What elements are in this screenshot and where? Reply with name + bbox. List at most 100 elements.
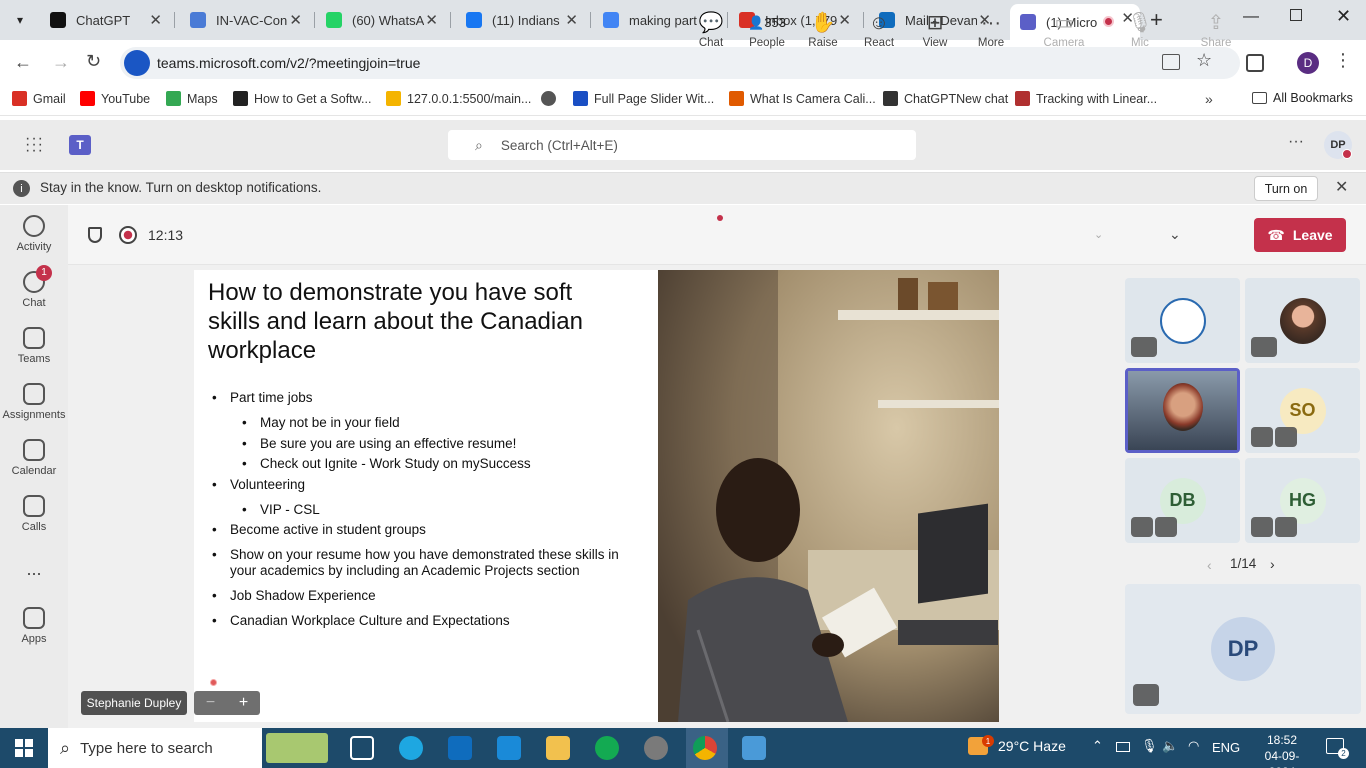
extensions-icon[interactable] bbox=[1246, 54, 1264, 72]
bullet-text: VIP - CSL bbox=[260, 501, 320, 517]
bookmark-item[interactable] bbox=[541, 91, 562, 106]
bookmark-item[interactable]: 127.0.0.1:5500/main... bbox=[386, 91, 531, 106]
tab-search-chevron-icon[interactable]: ▾ bbox=[8, 9, 32, 31]
prev-page-icon[interactable]: ‹ bbox=[1207, 557, 1212, 573]
tab-recording-icon bbox=[1103, 16, 1114, 27]
tab-close-icon[interactable]: ✕ bbox=[565, 11, 578, 29]
show-hidden-icons[interactable]: ⌃ bbox=[1092, 738, 1103, 754]
bullet-text: Show on your resume how you have demonst… bbox=[230, 547, 619, 578]
people-button-label: People bbox=[749, 37, 785, 49]
slide-title: How to demonstrate you have soft skills … bbox=[208, 279, 583, 364]
leave-button[interactable]: ☎ Leave bbox=[1254, 218, 1346, 252]
bookmark-item[interactable]: Gmail bbox=[12, 91, 66, 106]
settings-more-icon[interactable]: ··· bbox=[1288, 133, 1304, 151]
restore-icon[interactable] bbox=[1290, 9, 1302, 21]
forward-icon[interactable]: → bbox=[52, 52, 70, 73]
tab-close-icon[interactable]: ✕ bbox=[289, 11, 302, 29]
rail-item-teams[interactable]: Teams bbox=[0, 327, 68, 365]
bookmark-item[interactable]: Tracking with Linear... bbox=[1015, 91, 1157, 106]
tab-close-icon[interactable]: ✕ bbox=[149, 11, 162, 29]
tab-close-icon[interactable]: ✕ bbox=[425, 11, 438, 29]
rail-item-apps[interactable]: Apps bbox=[0, 607, 68, 645]
bookmark-item[interactable]: How to Get a Softw... bbox=[233, 91, 371, 106]
mic-button[interactable]: 🎙 Mic bbox=[1115, 12, 1165, 49]
microphone-tray-icon[interactable]: 🎙 bbox=[1141, 738, 1158, 754]
clock[interactable]: 18:52 04-09-2024 bbox=[1252, 732, 1312, 768]
browser-tab[interactable]: ChatGPT ✕ bbox=[40, 6, 168, 34]
wifi-icon[interactable]: ◠ bbox=[1188, 738, 1199, 754]
people-button[interactable]: 👤353 People bbox=[742, 12, 792, 49]
rail-item-chat[interactable]: Chat 1 bbox=[0, 265, 68, 309]
participant-tile[interactable] bbox=[1125, 278, 1240, 363]
profile-avatar[interactable]: D bbox=[1297, 52, 1319, 74]
next-page-icon[interactable]: › bbox=[1270, 556, 1275, 572]
store-icon[interactable] bbox=[448, 736, 472, 760]
tab-title: IN-VAC-Con bbox=[216, 12, 288, 28]
battery-icon[interactable] bbox=[1116, 742, 1130, 752]
snipping-tool-icon[interactable] bbox=[644, 736, 668, 760]
bookmark-item[interactable]: What Is Camera Cali... bbox=[729, 91, 876, 106]
view-button[interactable]: ⊞ View bbox=[910, 12, 960, 49]
participant-tile[interactable]: DB bbox=[1125, 458, 1240, 543]
mic-options-chevron-icon[interactable]: ⌄ bbox=[1169, 226, 1181, 243]
raise-hand-button[interactable]: ✋ Raise bbox=[798, 12, 848, 49]
file-explorer-icon[interactable] bbox=[546, 736, 570, 760]
volume-icon[interactable]: 🔈 bbox=[1162, 738, 1178, 754]
bookmark-item[interactable]: YouTube bbox=[80, 91, 150, 106]
edge-icon[interactable] bbox=[399, 736, 423, 760]
participant-tile[interactable] bbox=[1125, 368, 1240, 453]
zoom-in-icon[interactable]: + bbox=[227, 694, 260, 712]
browser-tab[interactable]: (60) WhatsAp ✕ bbox=[316, 6, 444, 34]
all-bookmarks[interactable]: All Bookmarks bbox=[1252, 91, 1353, 105]
participant-tile[interactable]: HG bbox=[1245, 458, 1360, 543]
language-indicator[interactable]: ENG bbox=[1212, 740, 1240, 755]
url-text[interactable]: teams.microsoft.com/v2/?meetingjoin=true bbox=[157, 55, 420, 71]
notepad-icon[interactable] bbox=[742, 736, 766, 760]
turn-on-button[interactable]: Turn on bbox=[1254, 176, 1318, 201]
rail-item-calendar[interactable]: Calendar bbox=[0, 439, 68, 477]
minimize-icon[interactable]: — bbox=[1243, 8, 1259, 26]
bookmark-item[interactable]: Maps bbox=[166, 91, 218, 106]
task-view-icon[interactable] bbox=[350, 736, 374, 760]
bullet-text: Be sure you are using an effective resum… bbox=[260, 435, 517, 451]
chat-button[interactable]: 💬 Chat bbox=[686, 12, 736, 49]
zoom-out-icon[interactable]: − bbox=[194, 694, 227, 712]
rail-item-activity[interactable]: Activity bbox=[0, 215, 68, 253]
camera-options-chevron-icon[interactable]: ⌄ bbox=[1094, 228, 1103, 241]
dismiss-notification-icon[interactable]: ✕ bbox=[1335, 177, 1348, 197]
taskbar-search-box[interactable]: ⌕ Type here to search bbox=[48, 728, 262, 768]
grid-pagination: 1/14 bbox=[1230, 556, 1257, 571]
mic-search-icon[interactable] bbox=[124, 50, 150, 76]
app-launcher-icon[interactable]: ··· ··· ··· bbox=[25, 131, 44, 159]
rail-item-calls[interactable]: Calls bbox=[0, 495, 68, 533]
react-button[interactable]: ☺ React bbox=[854, 12, 904, 49]
close-window-icon[interactable]: ✕ bbox=[1336, 6, 1351, 27]
bookmark-star-icon[interactable]: ☆ bbox=[1196, 50, 1212, 71]
rail-label: Teams bbox=[17, 353, 51, 365]
browser-tab[interactable]: (11) Indians ✕ bbox=[456, 6, 584, 34]
install-app-icon[interactable] bbox=[1162, 54, 1180, 70]
reload-icon[interactable]: ↻ bbox=[86, 51, 101, 72]
windows-start-icon[interactable] bbox=[15, 739, 33, 757]
chrome-menu-icon[interactable]: ⋮ bbox=[1334, 50, 1352, 71]
share-button[interactable]: ⇪ Share bbox=[1191, 12, 1241, 49]
mongodb-icon[interactable] bbox=[595, 736, 619, 760]
student-reading-photo bbox=[658, 270, 999, 722]
address-bar[interactable]: teams.microsoft.com/v2/?meetingjoin=true… bbox=[120, 47, 1240, 79]
bookmark-item[interactable]: ChatGPTNew chat bbox=[883, 91, 1008, 106]
bookmark-label: 127.0.0.1:5500/main... bbox=[407, 91, 532, 106]
more-button[interactable]: ··· More bbox=[966, 12, 1016, 49]
more-bookmarks-icon[interactable]: » bbox=[1205, 91, 1213, 107]
camera-button[interactable]: ▭ Camera bbox=[1039, 12, 1089, 49]
participant-tile[interactable] bbox=[1245, 278, 1360, 363]
participant-tile[interactable]: SO bbox=[1245, 368, 1360, 453]
rail-item-assignments[interactable]: Assignments bbox=[0, 383, 68, 421]
browser-tab[interactable]: IN-VAC-Con ✕ bbox=[180, 6, 308, 34]
mail-icon[interactable] bbox=[497, 736, 521, 760]
bookmark-favicon-icon bbox=[541, 91, 556, 106]
bookmark-item[interactable]: Full Page Slider Wit... bbox=[573, 91, 714, 106]
rail-item-more-apps[interactable]: ... bbox=[0, 555, 68, 580]
ellipsis-icon: ··· bbox=[981, 12, 1001, 34]
search-input[interactable]: ⌕ Search (Ctrl+Alt+E) bbox=[448, 130, 916, 160]
back-icon[interactable]: ← bbox=[14, 52, 32, 73]
